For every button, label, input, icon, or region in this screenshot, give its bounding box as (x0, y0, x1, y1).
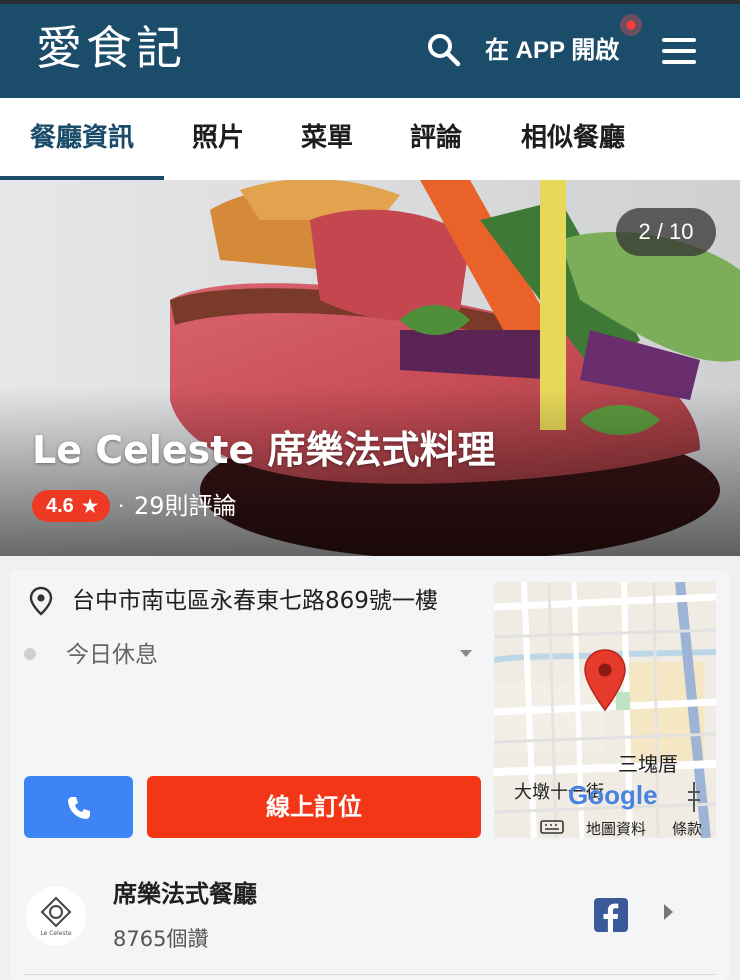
tab-reviews[interactable]: 評論 (398, 98, 474, 180)
restaurant-name: Le Celeste 席樂法式料理 (32, 428, 496, 472)
map-data-link[interactable]: 地圖資料 (586, 818, 646, 838)
google-logo: Google (568, 780, 658, 810)
notification-dot (620, 14, 642, 36)
map-thumbnail[interactable]: 三塊厝 大墩十一街 Google 地圖資料 條款 (494, 582, 716, 838)
tab-restaurant-info[interactable]: 餐廳資訊 (14, 98, 150, 180)
status-strip (0, 0, 740, 4)
restaurant-logo: Le Celeste (26, 886, 86, 946)
facebook-icon[interactable] (594, 898, 628, 932)
map-terms-link[interactable]: 條款 (672, 818, 702, 838)
location-pin-icon (29, 586, 53, 616)
app-header: 愛食記 在 APP 開啟 (0, 0, 740, 98)
row-divider (24, 974, 716, 975)
hamburger-menu-icon[interactable] (662, 38, 696, 64)
address-text[interactable]: 台中市南屯區永春東七路869號一樓 (72, 584, 438, 618)
restaurant-logo-text: Le Celeste (40, 930, 72, 937)
rating-value: 4.6 (46, 495, 74, 517)
open-status-dot (24, 648, 36, 660)
open-in-app-button[interactable]: 在 APP 開啟 (485, 34, 619, 68)
keyboard-icon[interactable] (540, 820, 564, 834)
rating-badge: 4.6 ★ (32, 490, 110, 522)
online-reservation-button[interactable]: 線上訂位 (147, 776, 481, 838)
separator-dot: · (118, 494, 125, 518)
tab-photos[interactable]: 照片 (180, 98, 256, 180)
tab-similar-restaurants[interactable]: 相似餐廳 (508, 98, 638, 180)
star-icon: ★ (82, 496, 99, 516)
business-hours-status[interactable]: 今日休息 (66, 638, 158, 672)
facebook-page-name: 席樂法式餐廳 (113, 880, 257, 908)
map-place-label: 三塊厝 (618, 752, 678, 776)
section-tabs: 餐廳資訊 照片 菜單 評論 相似餐廳 (0, 98, 740, 180)
review-count-link[interactable]: 29則評論 (134, 488, 237, 524)
facebook-like-count: 8765個讚 (113, 927, 209, 951)
chevron-right-icon[interactable] (664, 904, 673, 920)
photo-counter: 2 / 10 (616, 208, 716, 256)
chevron-down-icon[interactable] (460, 650, 472, 657)
phone-icon (68, 797, 90, 819)
facebook-glyph (603, 903, 619, 932)
call-button[interactable] (24, 776, 133, 838)
tab-menu[interactable]: 菜單 (289, 98, 365, 180)
map-pin-icon (584, 649, 626, 712)
search-icon[interactable] (424, 30, 464, 70)
brand-logo[interactable]: 愛食記 (36, 18, 186, 78)
restaurant-logo-mark (40, 896, 72, 928)
